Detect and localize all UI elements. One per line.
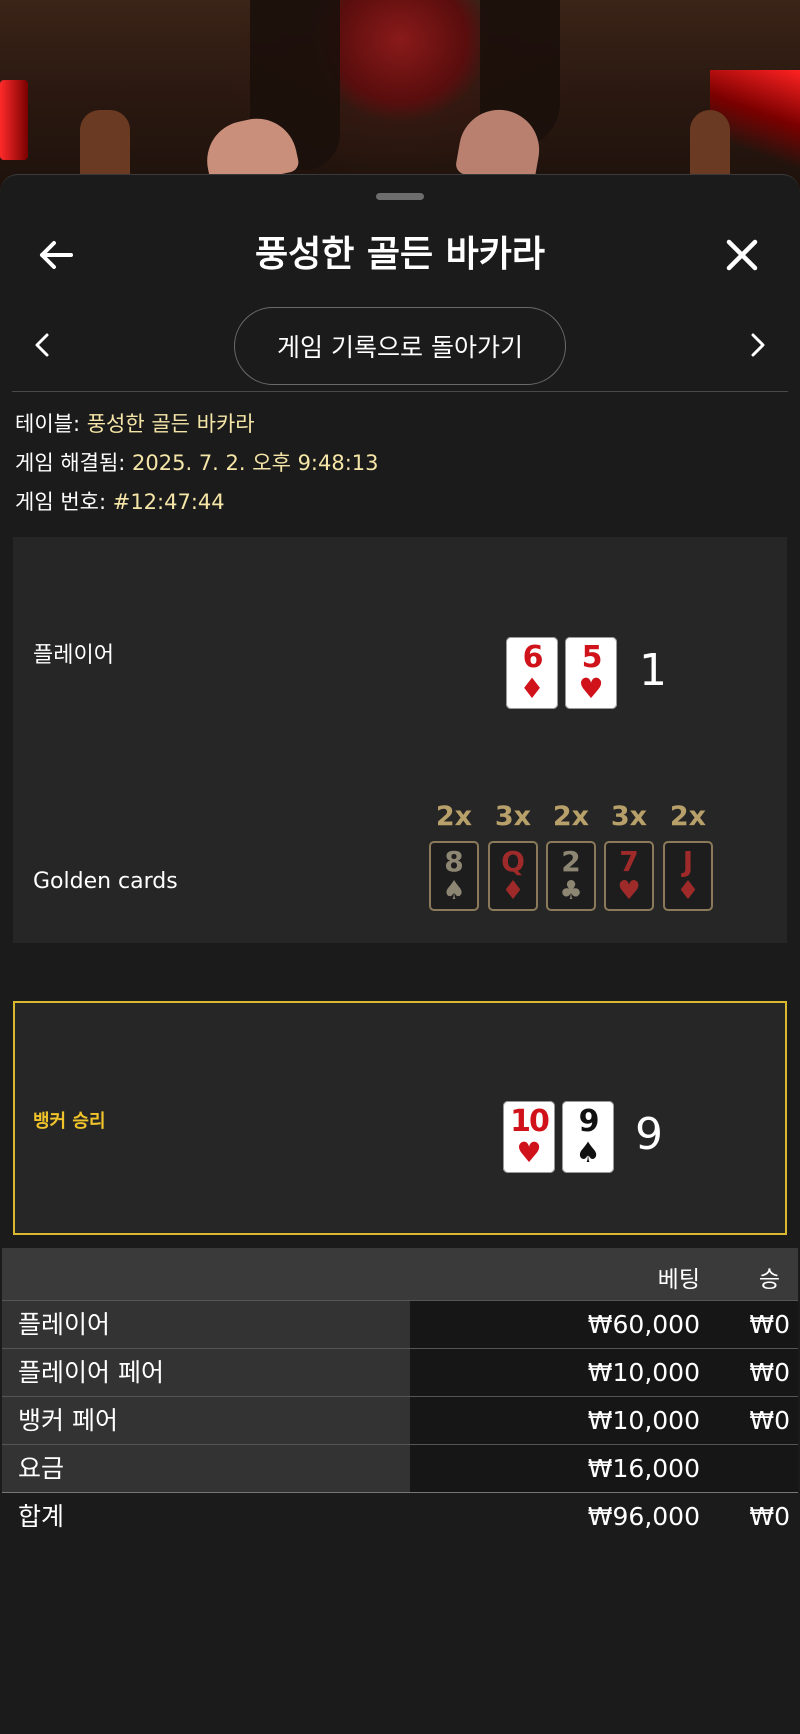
bet-name: 요금 <box>2 1445 410 1492</box>
golden-cards-label: Golden cards <box>33 869 178 894</box>
banker-card-2: 9 ♠ <box>562 1101 614 1173</box>
player-card-2: 5 ♥ <box>565 637 617 709</box>
result-panel: 플레이어 6 ♦ 5 ♥ 1 Golden cards 2x 8 ♠ 3x Q … <box>13 537 787 943</box>
previous-game-button[interactable] <box>20 323 64 367</box>
card-rank: 8 <box>444 845 464 878</box>
drag-handle[interactable] <box>376 193 424 200</box>
game-number-info: 게임 번호: #12:47:44 <box>15 488 225 516</box>
bet-amount: ₩60,000 <box>587 1310 700 1339</box>
diamond-suit-icon: ♦ <box>676 876 700 906</box>
resolved-info: 게임 해결됨: 2025. 7. 2. 오후 9:48:13 <box>15 449 379 477</box>
total-win-amount: ₩0 <box>749 1502 790 1531</box>
spade-suit-icon: ♠ <box>442 876 466 906</box>
chevron-right-icon <box>751 333 765 357</box>
card-rank: 5 <box>581 640 603 675</box>
card-rank: 9 <box>578 1104 600 1139</box>
golden-multiplier: 2x <box>669 801 707 832</box>
golden-card-5: J ♦ <box>663 841 713 911</box>
total-bet-amount: ₩96,000 <box>587 1502 700 1531</box>
bet-name: 플레이어 <box>2 1301 410 1348</box>
card-rank: 2 <box>561 845 581 878</box>
history-nav: 게임 기록으로 돌아가기 <box>0 303 800 387</box>
heart-suit-icon: ♥ <box>516 1136 542 1169</box>
card-rank: 6 <box>522 640 544 675</box>
card-rank: J <box>682 845 694 878</box>
next-game-button[interactable] <box>736 323 780 367</box>
card-rank: 10 <box>510 1104 550 1139</box>
banker-win-label: 뱅커 승리 <box>33 1111 106 1132</box>
bet-amount: ₩10,000 <box>587 1358 700 1387</box>
banker-score: 9 <box>635 1109 663 1160</box>
bet-column-header: 베팅 <box>657 1267 700 1293</box>
diamond-suit-icon: ♦ <box>501 876 525 906</box>
resolved-key: 게임 해결됨: <box>15 451 133 475</box>
close-button[interactable] <box>720 233 764 277</box>
table-key: 테이블: <box>15 412 87 436</box>
diamond-suit-icon: ♦ <box>519 672 545 705</box>
table-row: 플레이어 페어 ₩10,000 ₩0 <box>2 1348 798 1396</box>
live-video-background <box>0 0 800 190</box>
bets-table: 베팅 승 플레이어 ₩60,000 ₩0 플레이어 페어 ₩10,000 ₩0 … <box>2 1248 798 1540</box>
bet-amount: ₩16,000 <box>587 1454 700 1483</box>
club-suit-icon: ♣ <box>559 876 583 906</box>
table-row: 뱅커 페어 ₩10,000 ₩0 <box>2 1396 798 1444</box>
card-rank: 7 <box>619 845 639 878</box>
bet-amount: ₩10,000 <box>587 1406 700 1435</box>
total-row: 합계 ₩96,000 ₩0 <box>2 1492 798 1540</box>
card-rank: Q <box>501 845 525 878</box>
player-score: 1 <box>639 645 667 696</box>
table-row: 플레이어 ₩60,000 ₩0 <box>2 1300 798 1348</box>
banker-card-1: 10 ♥ <box>503 1101 555 1173</box>
golden-multiplier: 2x <box>435 801 473 832</box>
golden-multiplier: 2x <box>552 801 590 832</box>
total-label: 합계 <box>18 1502 65 1531</box>
resolved-value: 2025. 7. 2. 오후 9:48:13 <box>132 451 379 475</box>
table-row: 요금 ₩16,000 <box>2 1444 798 1492</box>
heart-suit-icon: ♥ <box>617 876 641 906</box>
banker-win-panel: 뱅커 승리 10 ♥ 9 ♠ 9 <box>13 1001 787 1235</box>
golden-card-4: 7 ♥ <box>604 841 654 911</box>
win-amount: ₩0 <box>749 1406 790 1435</box>
win-amount: ₩0 <box>749 1358 790 1387</box>
win-column-header: 승 <box>758 1267 780 1293</box>
bet-name: 플레이어 페어 <box>2 1349 410 1396</box>
back-button[interactable] <box>34 233 78 277</box>
game-number-key: 게임 번호: <box>15 490 113 514</box>
golden-multiplier: 3x <box>610 801 648 832</box>
chevron-left-icon <box>35 333 49 357</box>
golden-card-2: Q ♦ <box>488 841 538 911</box>
bet-name: 뱅커 페어 <box>2 1397 410 1444</box>
player-card-1: 6 ♦ <box>506 637 558 709</box>
golden-multiplier: 3x <box>494 801 532 832</box>
close-icon <box>726 239 758 271</box>
back-to-history-button[interactable]: 게임 기록으로 돌아가기 <box>234 307 566 385</box>
game-number-value: #12:47:44 <box>112 490 225 514</box>
page-title: 풍성한 골든 바카라 <box>254 234 546 275</box>
spade-suit-icon: ♠ <box>575 1136 601 1169</box>
golden-card-1: 8 ♠ <box>429 841 479 911</box>
golden-card-3: 2 ♣ <box>546 841 596 911</box>
arrow-left-icon <box>40 241 73 269</box>
table-header: 베팅 승 <box>2 1248 798 1300</box>
table-value: 풍성한 골든 바카라 <box>86 412 255 436</box>
player-label: 플레이어 <box>33 643 114 668</box>
table-info: 테이블: 풍성한 골든 바카라 <box>15 410 255 438</box>
win-amount: ₩0 <box>749 1310 790 1339</box>
sheet-header: 풍성한 골든 바카라 <box>0 215 800 295</box>
heart-suit-icon: ♥ <box>578 672 604 705</box>
divider <box>12 391 788 392</box>
